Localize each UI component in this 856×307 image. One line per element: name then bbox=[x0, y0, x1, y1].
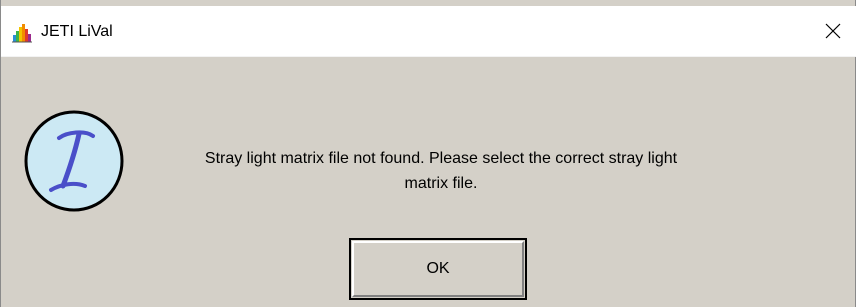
close-button[interactable] bbox=[810, 6, 856, 56]
message-dialog: JETI LiVal Stray light matrix file not f… bbox=[0, 0, 856, 307]
close-icon bbox=[825, 23, 841, 39]
dialog-message: Stray light matrix file not found. Pleas… bbox=[141, 146, 741, 196]
window-title: JETI LiVal bbox=[41, 23, 113, 40]
message-line-2: matrix file. bbox=[404, 175, 478, 192]
information-icon bbox=[24, 110, 124, 212]
message-line-1: Stray light matrix file not found. Pleas… bbox=[204, 150, 678, 167]
title-bar[interactable]: JETI LiVal bbox=[1, 6, 856, 57]
ok-button[interactable]: OK bbox=[349, 238, 527, 300]
ok-button-label: OK bbox=[352, 241, 524, 297]
jeti-spectrum-icon bbox=[12, 24, 32, 43]
